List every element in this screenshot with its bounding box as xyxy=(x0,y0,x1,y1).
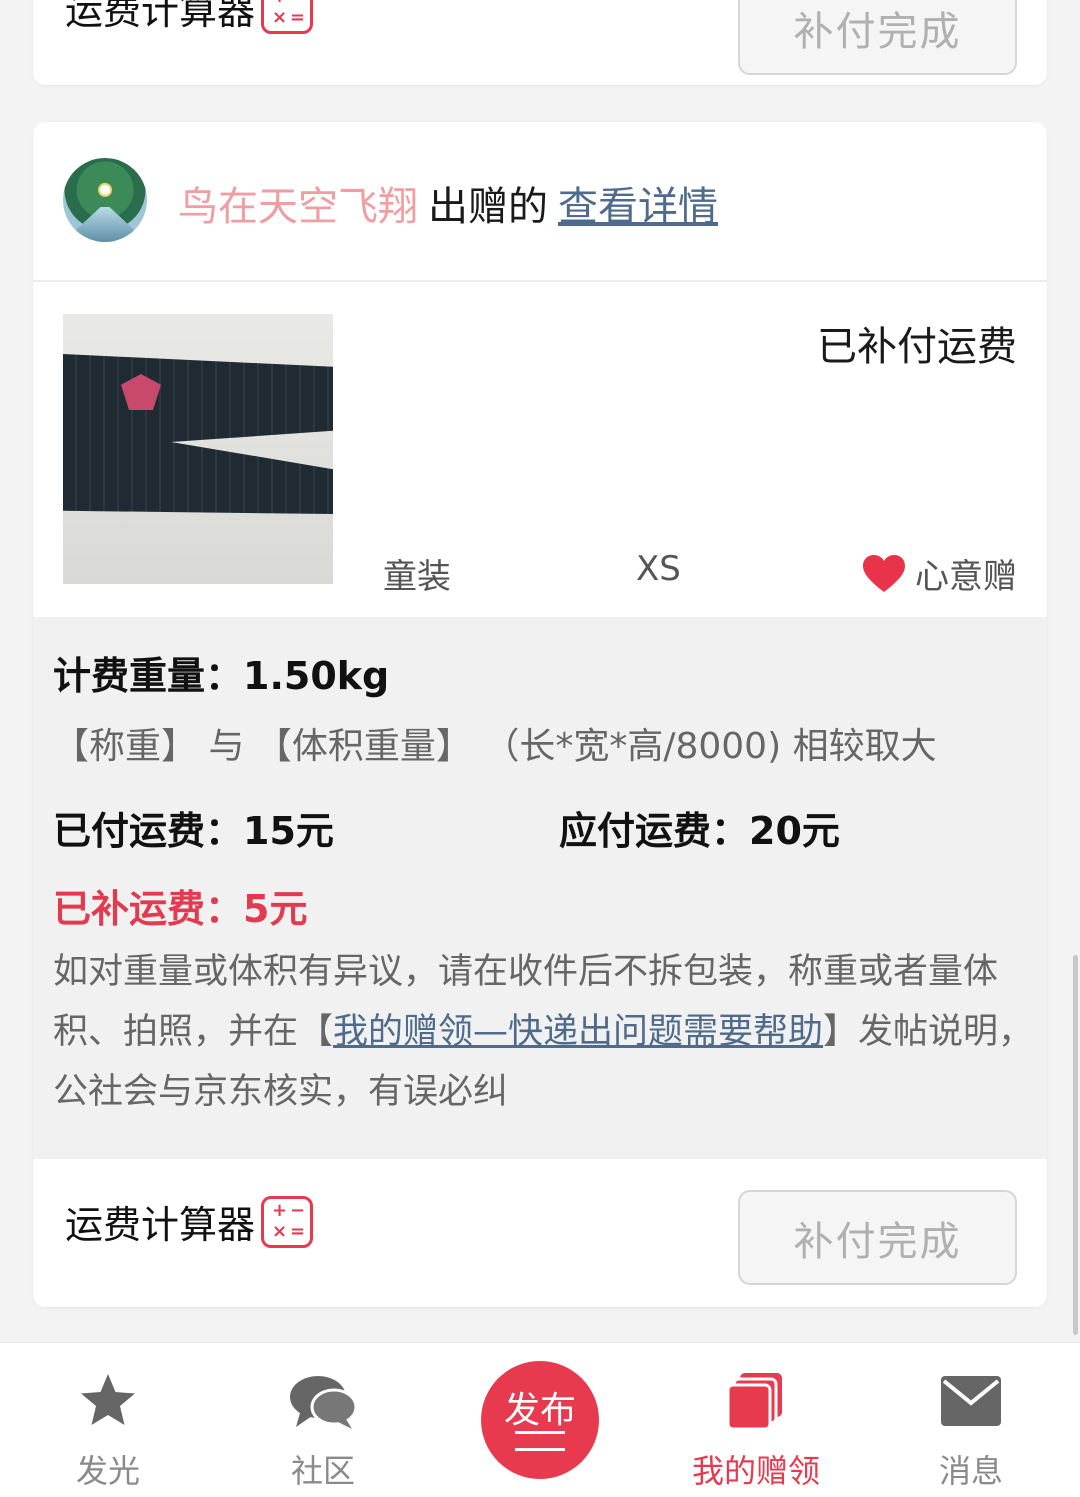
paid-freight-value: 15元 xyxy=(243,809,334,853)
supplement-freight-value: 5元 xyxy=(243,887,308,931)
tab-label: 发光 xyxy=(75,1452,140,1490)
star-icon xyxy=(81,1374,135,1425)
gift-type-label: 心意赠 xyxy=(915,557,1017,597)
freight-calculator-label: 运费计算器 xyxy=(65,0,256,33)
cards-icon xyxy=(726,1373,782,1431)
supplement-freight: 已补运费：5元 xyxy=(53,878,307,933)
freight-panel: 计费重量：1.50kg 【称重】 与 【体积重量】 （长*宽*高/8000) 相… xyxy=(33,617,1047,1159)
due-freight-label: 应付运费： xyxy=(559,809,750,853)
gave-text: 出赠的 xyxy=(428,184,548,230)
calculator-icon: +− ×= xyxy=(261,1195,314,1248)
chat-bubbles-icon xyxy=(290,1376,358,1429)
publish-icon xyxy=(515,1431,565,1451)
help-post-link[interactable]: 我的赠领—快递出问题需要帮助 xyxy=(333,1012,823,1052)
publish-label: 发布 xyxy=(503,1390,576,1431)
order-header: 鸟在天空飞翔 出赠的 查看详情 xyxy=(33,122,1047,282)
paid-freight-label: 已付运费： xyxy=(53,809,244,853)
order-footer: 运费计算器 + − × = 补付完成 xyxy=(33,1159,1047,1307)
due-freight: 应付运费：20元 xyxy=(559,800,840,855)
freight-calculator[interactable]: 运费计算器 +− ×= xyxy=(65,1194,314,1249)
avatar[interactable] xyxy=(63,158,147,242)
item-photo[interactable] xyxy=(63,314,333,584)
supplement-freight-label: 已补运费： xyxy=(53,887,244,931)
billing-weight-label: 计费重量： xyxy=(53,654,244,698)
tab-label: 我的赠领 xyxy=(691,1452,820,1490)
order-card: 鸟在天空飞翔 出赠的 查看详情 已补付运费 童装 XS 心意赠 计费重量：1.50k… xyxy=(33,122,1047,1307)
previous-order-card: 运费计算器 +− ×= 补付完成 xyxy=(33,0,1047,85)
order-header-text: 鸟在天空飞翔 出赠的 查看详情 xyxy=(178,174,718,232)
tab-messages[interactable]: 消息 xyxy=(901,1343,1041,1497)
scrollbar[interactable] xyxy=(1073,955,1078,1335)
item-category: 童装 xyxy=(383,557,451,597)
billing-weight-value: 1.50kg xyxy=(243,654,390,698)
billing-weight: 计费重量：1.50kg xyxy=(53,645,389,700)
publish-button[interactable]: 发布 xyxy=(481,1361,599,1479)
dispute-notice: 如对重量或体积有异议，请在收件后不拆包装，称重或者量体积、拍照，并在【我的赠领—… xyxy=(53,942,1038,1122)
gift-type: 心意赠 xyxy=(861,549,1017,598)
item-size: XS xyxy=(636,549,681,589)
weight-rule: 【称重】 与 【体积重量】 （长*宽*高/8000) 相较取大 xyxy=(53,726,937,767)
envelope-icon xyxy=(941,1376,1001,1426)
freight-calculator-label: 运费计算器 xyxy=(65,1203,256,1247)
view-details-link[interactable]: 查看详情 xyxy=(558,184,718,230)
item-summary[interactable]: 已补付运费 童装 XS 心意赠 xyxy=(33,284,1047,617)
tab-glow[interactable]: 发光 xyxy=(38,1343,178,1497)
due-freight-value: 20元 xyxy=(749,809,840,853)
tab-my-gifts[interactable]: 我的赠领 xyxy=(686,1343,826,1497)
heart-icon xyxy=(863,554,905,592)
pants-image xyxy=(63,354,333,514)
pay-complete-button[interactable]: 补付完成 xyxy=(738,1190,1017,1285)
tab-label: 消息 xyxy=(938,1452,1003,1490)
bottom-tab-bar: 发光 社区 发布 我的赠领 消息 xyxy=(0,1342,1080,1497)
order-status: 已补付运费 xyxy=(817,324,1017,370)
paid-freight: 已付运费：15元 xyxy=(53,800,334,855)
giver-name[interactable]: 鸟在天空飞翔 xyxy=(178,184,418,230)
pay-complete-button[interactable]: 补付完成 xyxy=(738,0,1017,75)
tab-community[interactable]: 社区 xyxy=(253,1343,393,1497)
freight-calculator[interactable]: 运费计算器 +− ×= xyxy=(65,0,314,35)
tab-label: 社区 xyxy=(290,1452,355,1490)
calculator-icon: +− ×= xyxy=(261,0,314,34)
